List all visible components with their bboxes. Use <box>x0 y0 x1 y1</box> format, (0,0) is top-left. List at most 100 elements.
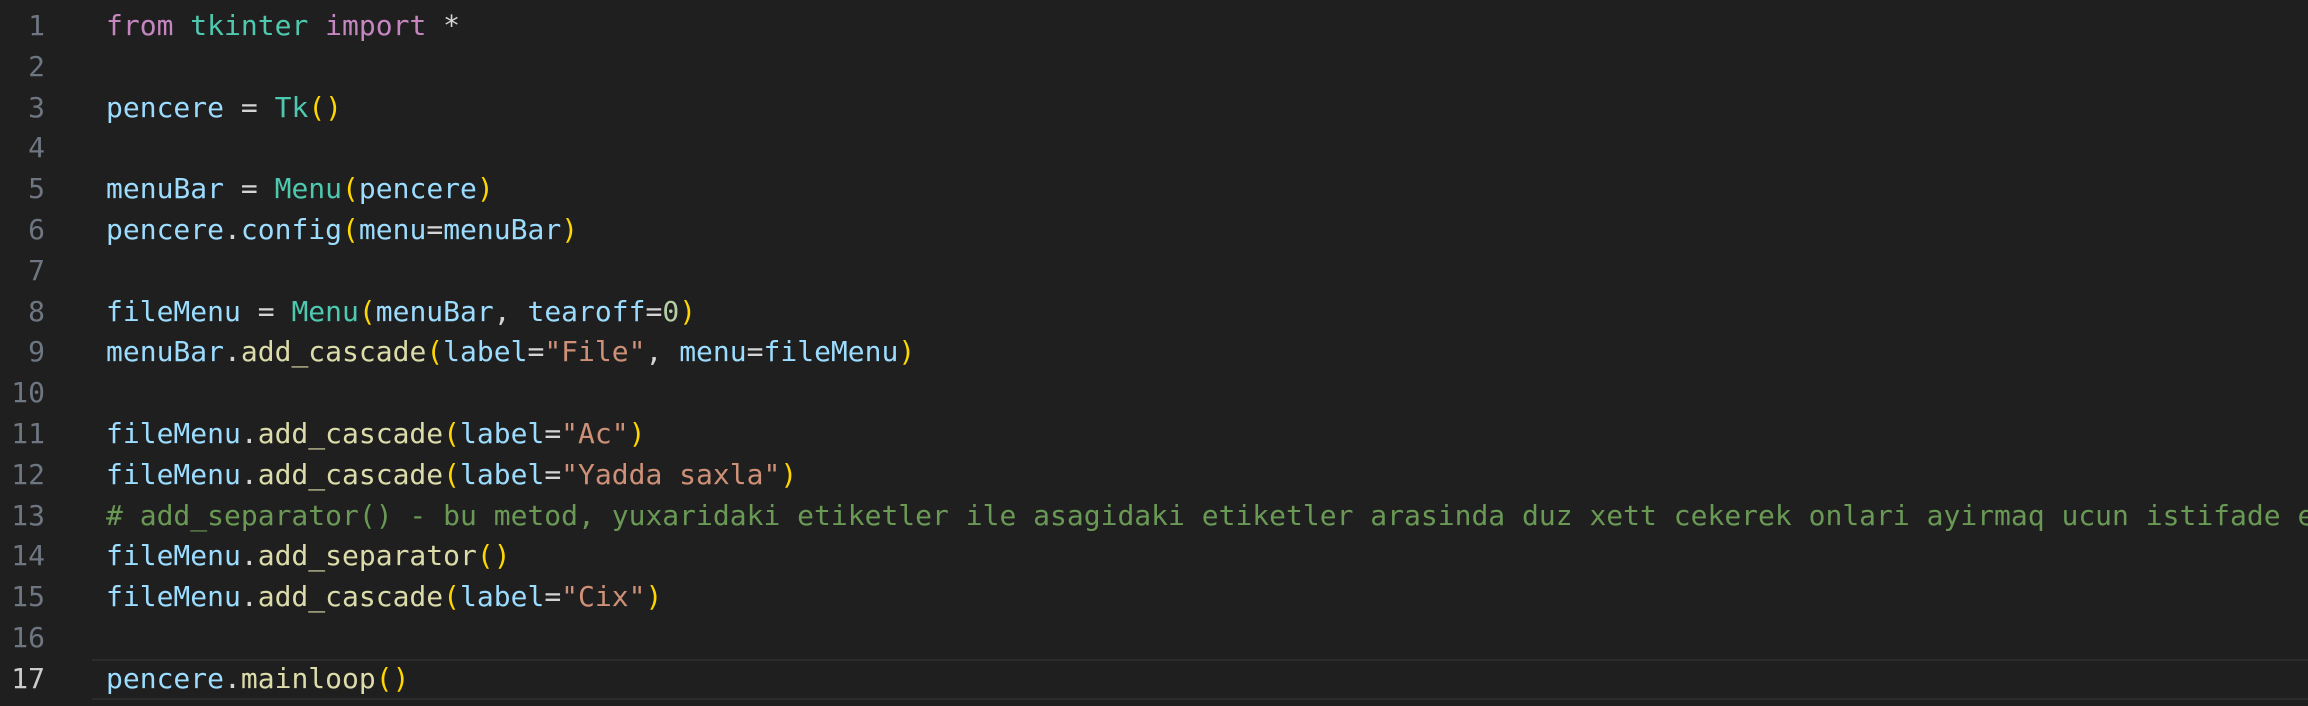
code-text[interactable]: menuBar.add_cascade(label="File", menu=f… <box>106 332 915 373</box>
code-line[interactable]: 15 fileMenu.add_cascade(label="Cix") <box>0 577 2308 618</box>
code-line[interactable]: 12 fileMenu.add_cascade(label="Yadda saxl… <box>0 455 2308 496</box>
code-editor[interactable]: 1 from tkinter import * 2 3 pencere = Tk() 4 5… <box>0 0 2308 706</box>
code-token: add_cascade <box>257 457 444 491</box>
code-token: = <box>544 457 562 491</box>
code-text[interactable]: fileMenu.add_cascade(label="Yadda saxla"… <box>106 455 797 496</box>
code-line[interactable]: 2 <box>0 47 2308 88</box>
code-token: . <box>240 580 258 614</box>
code-token: "File" <box>544 335 646 369</box>
code-token: 0 <box>662 294 680 328</box>
line-number: 4 <box>28 131 45 165</box>
code-token: () <box>476 539 511 573</box>
code-token: fileMenu <box>763 335 899 369</box>
code-line[interactable]: 13 # add_separator() - bu metod, yuxarida… <box>0 496 2308 537</box>
code-line[interactable]: 1 from tkinter import * <box>0 6 2308 47</box>
code-token: . <box>224 212 241 246</box>
code-token: ( <box>443 416 461 450</box>
code-text[interactable]: # add_separator() - bu metod, yuxaridaki… <box>106 496 2308 537</box>
code-token: ) <box>476 172 494 206</box>
code-token: menuBar <box>106 335 225 369</box>
code-token: () <box>375 661 410 695</box>
code-line[interactable]: 6 pencere.config(menu=menuBar) <box>0 210 2308 251</box>
code-token: add_cascade <box>257 580 444 614</box>
code-token: * <box>426 9 461 42</box>
code-line[interactable]: 8 fileMenu = Menu(menuBar, tearoff=0) <box>0 292 2308 333</box>
code-token: menu <box>358 212 427 246</box>
code-token: = <box>224 172 275 206</box>
code-token: label <box>460 457 545 491</box>
code-token: . <box>224 661 241 695</box>
code-line[interactable]: 11 fileMenu.add_cascade(label="Ac") <box>0 414 2308 455</box>
line-number: 15 <box>11 580 45 614</box>
code-text[interactable]: from tkinter import * <box>106 6 460 47</box>
code-token: . <box>240 539 258 573</box>
code-token: "Ac" <box>561 416 629 450</box>
code-token: label <box>460 580 545 614</box>
code-token: = <box>527 335 545 369</box>
code-token: = <box>224 90 275 124</box>
code-token: = <box>746 335 764 369</box>
code-token: mainloop <box>240 661 376 695</box>
code-line[interactable]: 4 <box>0 128 2308 169</box>
code-token: ) <box>645 580 663 614</box>
line-number: 8 <box>28 294 45 328</box>
code-token: , <box>493 294 528 328</box>
code-token: pencere <box>106 90 225 124</box>
line-number: 14 <box>11 539 45 573</box>
code-line[interactable]: 7 <box>0 251 2308 292</box>
code-text[interactable]: menuBar = Menu(pencere) <box>106 169 494 210</box>
code-token: menuBar <box>443 212 562 246</box>
code-token: fileMenu <box>106 457 241 491</box>
code-token: add_cascade <box>257 416 444 450</box>
code-token: fileMenu <box>106 539 241 573</box>
code-text[interactable]: pencere.mainloop() <box>106 659 409 700</box>
code-token: # add_separator() - bu metod, yuxaridaki… <box>106 498 2308 532</box>
code-token: ( <box>358 294 376 328</box>
code-token: ( <box>443 580 461 614</box>
code-token: "Yadda saxla" <box>561 457 781 491</box>
code-token: ) <box>679 294 697 328</box>
code-token: ) <box>628 416 646 450</box>
code-token: pencere <box>106 661 225 695</box>
line-number: 9 <box>28 335 45 369</box>
code-token: ( <box>342 212 359 246</box>
code-token: pencere <box>358 172 477 206</box>
code-line[interactable]: 14 fileMenu.add_separator() <box>0 536 2308 577</box>
code-token: tearoff <box>527 294 646 328</box>
code-token: . <box>240 457 258 491</box>
code-token: , <box>645 335 680 369</box>
code-line[interactable]: 5 menuBar = Menu(pencere) <box>0 169 2308 210</box>
line-number: 11 <box>11 416 45 450</box>
code-token: fileMenu <box>106 416 241 450</box>
code-text[interactable]: fileMenu.add_separator() <box>106 536 511 577</box>
code-token: . <box>240 416 258 450</box>
code-token: config <box>240 212 343 246</box>
line-number: 2 <box>28 49 45 83</box>
code-token: menuBar <box>375 294 494 328</box>
code-token: = <box>544 580 562 614</box>
code-token: ( <box>426 335 444 369</box>
code-line[interactable]: 17 pencere.mainloop() <box>0 658 2308 700</box>
code-token: add_cascade <box>240 335 427 369</box>
code-text[interactable]: pencere.config(menu=menuBar) <box>106 210 578 251</box>
code-text[interactable]: fileMenu.add_cascade(label="Ac") <box>106 414 645 455</box>
code-token: = <box>240 294 292 328</box>
code-token: menuBar <box>106 172 225 206</box>
line-number: 10 <box>11 376 45 410</box>
code-token: () <box>308 90 343 124</box>
code-text[interactable]: pencere = Tk() <box>106 88 342 129</box>
code-line[interactable]: 10 <box>0 373 2308 414</box>
code-token: ) <box>561 212 579 246</box>
line-number: 6 <box>28 212 45 246</box>
line-number: 17 <box>11 661 45 695</box>
code-line[interactable]: 3 pencere = Tk() <box>0 88 2308 129</box>
code-token: fileMenu <box>106 580 241 614</box>
code-line[interactable]: 16 <box>0 618 2308 659</box>
code-text[interactable]: fileMenu = Menu(menuBar, tearoff=0) <box>106 292 696 333</box>
code-line[interactable]: 9 menuBar.add_cascade(label="File", menu=… <box>0 332 2308 373</box>
code-token: ( <box>443 457 461 491</box>
code-token: . <box>224 335 241 369</box>
code-text[interactable]: fileMenu.add_cascade(label="Cix") <box>106 577 662 618</box>
